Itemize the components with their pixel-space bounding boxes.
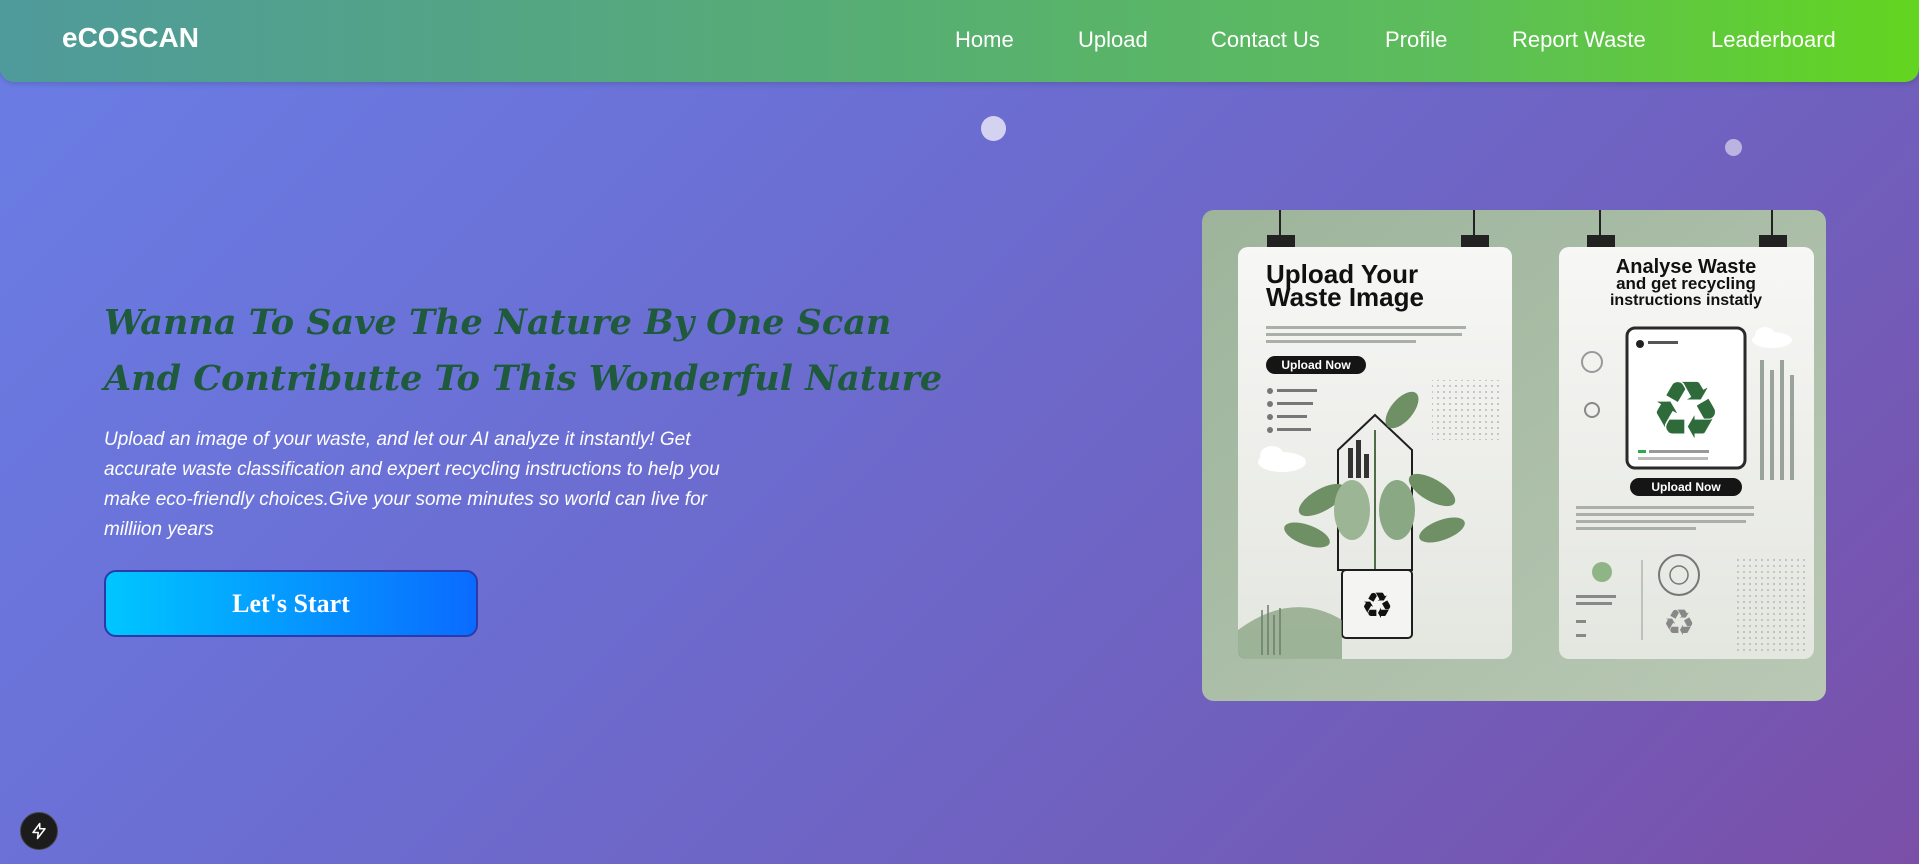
floating-bubble <box>1725 139 1742 156</box>
hero-description: Upload an image of your waste, and let o… <box>104 429 720 540</box>
left-card-button: Upload Now <box>1281 358 1351 372</box>
lets-start-button[interactable]: Let's Start <box>104 570 478 637</box>
nav-contact-us[interactable]: Contact Us <box>1211 27 1320 53</box>
floating-action-button[interactable] <box>20 812 58 850</box>
hero-illustration: Upload Your Waste Image Upload Now ♻ Ana… <box>1202 210 1826 701</box>
headline-line-2: And Contributte To This Wonderful Nature <box>104 358 943 399</box>
nav-upload[interactable]: Upload <box>1078 27 1148 53</box>
nav-leaderboard[interactable]: Leaderboard <box>1711 27 1836 53</box>
headline-line-1: Wanna To Save The Nature By One Scan <box>104 302 892 343</box>
right-card-title-3: instructions instatly <box>1610 292 1762 309</box>
nav-profile[interactable]: Profile <box>1385 27 1447 53</box>
left-card-title-2: Waste Image <box>1266 282 1424 312</box>
right-card-button: Upload Now <box>1651 480 1721 494</box>
svg-text:♻: ♻ <box>1650 364 1722 457</box>
hero-headline: Wanna To Save The Nature By One Scan And… <box>104 295 942 407</box>
svg-text:♻: ♻ <box>1361 586 1393 627</box>
brand-logo[interactable]: eCOSCAN <box>62 22 199 54</box>
svg-text:♻: ♻ <box>1663 603 1695 644</box>
right-card-title-2: and get recycling <box>1616 274 1756 293</box>
nav-report-waste[interactable]: Report Waste <box>1512 27 1646 53</box>
nav-home[interactable]: Home <box>955 27 1014 53</box>
lightning-bolt-icon <box>32 822 46 840</box>
top-navbar: eCOSCAN Home Upload Contact Us Profile R… <box>0 0 1919 82</box>
floating-bubble <box>981 116 1006 141</box>
